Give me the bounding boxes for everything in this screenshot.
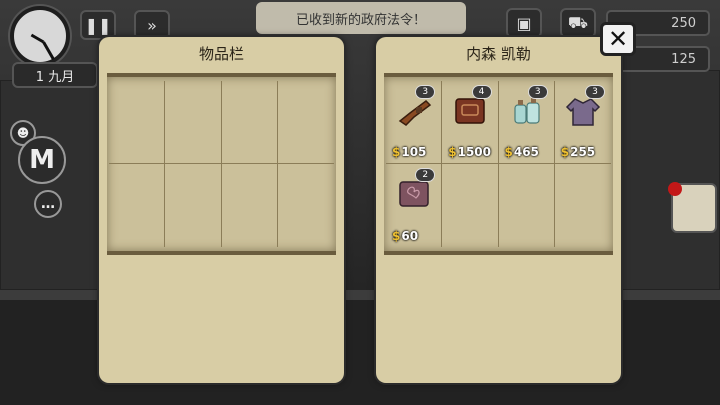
merchant-item-slot[interactable]: 3 $255 — [554, 81, 611, 164]
inventory-slot[interactable] — [165, 81, 222, 164]
book-item-icon — [455, 98, 485, 124]
merchant-grid-area: 3 $105 4 $1500 3 $465 3 $255 2 $60 — [384, 73, 613, 255]
item-price: $255 — [560, 145, 596, 159]
backpack-icon[interactable]: ▣ — [506, 8, 542, 38]
notebook-item-icon — [399, 181, 429, 207]
bottles-item-icon — [513, 98, 540, 124]
merchant-item-slot[interactable] — [442, 164, 499, 247]
inventory-grid — [109, 81, 334, 247]
inventory-slot[interactable] — [221, 81, 278, 164]
inventory-slot[interactable] — [278, 164, 334, 247]
fast-forward-button[interactable]: » — [134, 10, 170, 40]
merchant-item-slot[interactable]: 3 $465 — [498, 81, 555, 164]
jacket-item-icon — [565, 98, 600, 126]
background-building — [0, 80, 100, 290]
merchant-title: 内森 凯勒 — [466, 45, 531, 63]
item-price: $105 — [392, 145, 427, 159]
item-quantity-badge: 3 — [585, 85, 605, 99]
inventory-slot[interactable] — [165, 164, 222, 247]
background-building — [620, 70, 720, 290]
notification-banner[interactable]: 已收到新的政府法令！ — [256, 2, 466, 34]
merchant-item-slot[interactable] — [555, 164, 611, 247]
gun-item-icon — [398, 100, 432, 126]
merchant-item-slot[interactable] — [499, 164, 555, 247]
speech-bubble-icon[interactable]: … — [34, 190, 62, 218]
pause-button[interactable]: ❚❚ — [80, 10, 116, 40]
inventory-slot[interactable] — [277, 81, 334, 164]
date-display: 1 九月 — [12, 62, 98, 88]
clock-icon — [10, 6, 70, 66]
item-quantity-badge: 2 — [415, 168, 436, 182]
inventory-slot[interactable] — [109, 81, 166, 164]
inventory-slot[interactable] — [222, 164, 278, 247]
merchant-panel: 内森 凯勒 3 $105 4 $1500 3 $465 3 $255 2 $60 — [376, 37, 621, 383]
item-quantity-badge: 3 — [415, 85, 436, 99]
item-quantity-badge: 3 — [527, 85, 548, 99]
inventory-grid-area — [107, 73, 336, 255]
shop-cart-icon[interactable]: ⛟ — [560, 8, 596, 38]
merchant-item-slot[interactable]: 2 $60 — [386, 164, 443, 247]
inventory-slot[interactable] — [109, 164, 166, 247]
mail-alert-dot — [668, 182, 682, 196]
merchant-item-slot[interactable]: 4 $1500 — [442, 81, 499, 164]
merchant-item-slot[interactable]: 3 $105 — [386, 81, 443, 164]
item-price: $60 — [392, 229, 419, 243]
inventory-title: 物品栏 — [198, 45, 244, 63]
item-quantity-badge: 4 — [471, 85, 492, 99]
inventory-panel: 物品栏 — [99, 37, 344, 383]
m-badge-icon[interactable]: M — [18, 136, 66, 184]
item-price: $1500 — [448, 145, 492, 159]
merchant-grid: 3 $105 4 $1500 3 $465 3 $255 2 $60 — [386, 81, 611, 247]
close-button[interactable]: ✕ — [600, 22, 636, 56]
item-price: $465 — [504, 145, 539, 159]
